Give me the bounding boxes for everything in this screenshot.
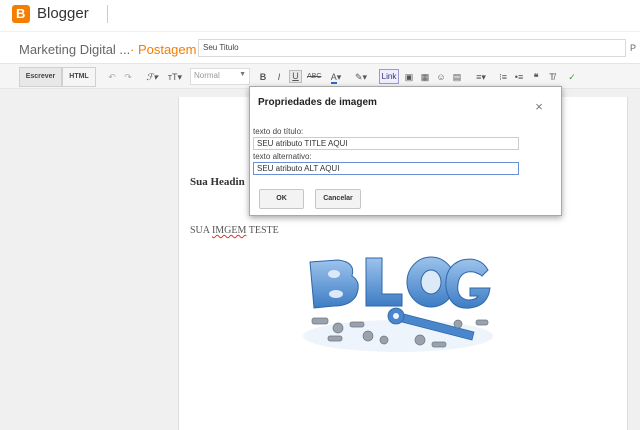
- blogger-logo-icon[interactable]: B: [12, 5, 30, 23]
- close-icon[interactable]: ×: [533, 100, 545, 113]
- top-divider: [107, 5, 108, 23]
- text-color-icon[interactable]: A▾: [327, 70, 345, 84]
- image-properties-dialog: Propriedades de imagem × texto do título…: [249, 86, 562, 216]
- alt-text-input[interactable]: SEU atributo ALT AQUI: [253, 162, 519, 175]
- title-text-input[interactable]: SEU atributo TITLE AQUI: [253, 137, 519, 150]
- body-prefix: SUA: [190, 225, 212, 236]
- paragraph-format-value: Normal: [194, 71, 220, 80]
- ok-button[interactable]: OK: [259, 189, 304, 209]
- post-label: · Postagem: [130, 42, 197, 57]
- spellcheck-icon[interactable]: ✓: [566, 70, 578, 84]
- misspelled-word: IMGEM: [211, 225, 247, 236]
- video-icon[interactable]: ▦: [419, 70, 431, 84]
- post-body-line[interactable]: SUA IMGEM TESTE: [190, 225, 279, 236]
- blog-name[interactable]: Marketing Digital ...: [19, 42, 130, 57]
- title-text-label: texto do título:: [253, 127, 304, 136]
- font-family-icon[interactable]: ℱ▾: [144, 70, 160, 84]
- html-mode-button[interactable]: HTML: [62, 67, 96, 87]
- chevron-down-icon: ▼: [239, 71, 246, 78]
- emoji-icon[interactable]: ☺: [435, 70, 447, 84]
- strikethrough-icon[interactable]: ABC: [307, 70, 321, 84]
- numbered-list-icon[interactable]: ⁝≡: [497, 70, 509, 84]
- link-button[interactable]: Link: [379, 69, 399, 84]
- brand-name[interactable]: Blogger: [37, 5, 89, 22]
- blog-illustration-image[interactable]: [298, 244, 498, 356]
- bulleted-list-icon[interactable]: •≡: [513, 70, 525, 84]
- title-row: Marketing Digital ... · Postagem Seu Tit…: [0, 31, 640, 63]
- underline-icon[interactable]: U: [289, 70, 302, 83]
- post-title-input[interactable]: Seu Titulo: [198, 39, 626, 57]
- quote-icon[interactable]: ❝: [530, 70, 542, 84]
- top-bar: B Blogger: [0, 0, 640, 30]
- jump-break-icon[interactable]: ▤: [451, 70, 463, 84]
- compose-mode-button[interactable]: Escrever: [19, 67, 62, 87]
- paragraph-format-select[interactable]: Normal ▼: [190, 68, 250, 85]
- italic-icon[interactable]: I: [274, 70, 284, 84]
- alt-text-label: texto alternativo:: [253, 152, 312, 161]
- bold-icon[interactable]: B: [258, 70, 268, 84]
- cancel-button[interactable]: Cancelar: [315, 189, 361, 209]
- redo-icon[interactable]: ↷: [123, 70, 133, 84]
- post-heading[interactable]: Sua Headin: [190, 176, 245, 188]
- font-size-icon[interactable]: ᴛT▾: [167, 70, 183, 84]
- align-icon[interactable]: ≡▾: [472, 70, 490, 84]
- dialog-title: Propriedades de imagem: [258, 97, 377, 108]
- highlight-color-icon[interactable]: ✎▾: [352, 70, 370, 84]
- undo-icon[interactable]: ↶: [107, 70, 117, 84]
- clear-formatting-icon[interactable]: T̸: [546, 70, 558, 84]
- body-suffix: TESTE: [246, 225, 279, 236]
- edge-text: P: [630, 43, 637, 53]
- image-icon[interactable]: ▣: [403, 70, 415, 84]
